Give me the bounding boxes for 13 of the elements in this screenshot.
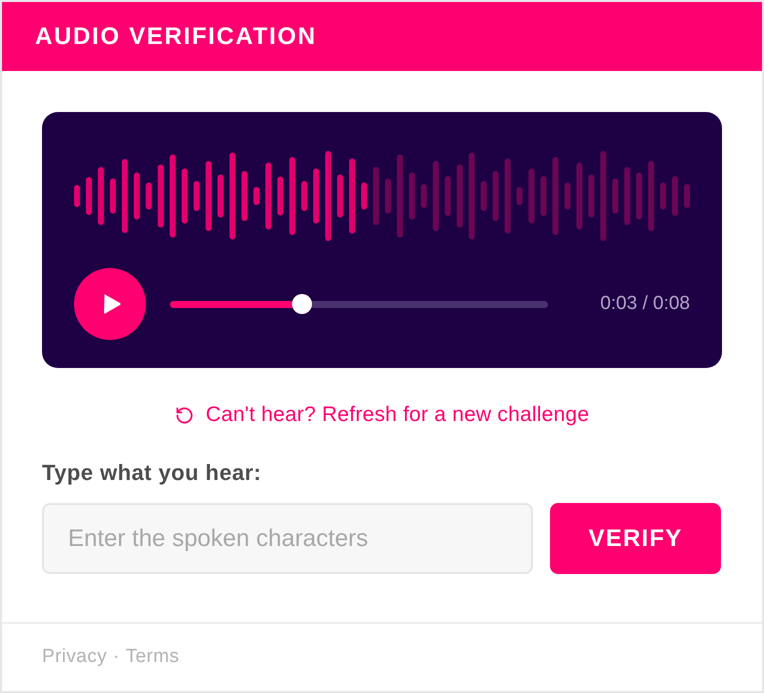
header-title: AUDIO VERIFICATION bbox=[35, 22, 317, 52]
footer-link[interactable]: Privacy bbox=[42, 643, 107, 672]
refresh-link[interactable]: Can't hear? Refresh for a new challenge bbox=[174, 403, 590, 427]
seek-slider[interactable] bbox=[170, 294, 548, 314]
field-label: Type what you hear: bbox=[42, 461, 262, 485]
time-text: 0:03 / 0:08 bbox=[600, 292, 690, 316]
slider-thumb[interactable] bbox=[292, 294, 312, 314]
verify-button[interactable]: VERIFY bbox=[550, 503, 721, 574]
footer-link[interactable]: Terms bbox=[126, 643, 180, 672]
refresh-icon bbox=[174, 406, 194, 424]
answer-field[interactable]: Enter the spoken characters bbox=[42, 503, 533, 574]
play-icon bbox=[102, 294, 120, 314]
separator-text: · bbox=[112, 645, 120, 670]
